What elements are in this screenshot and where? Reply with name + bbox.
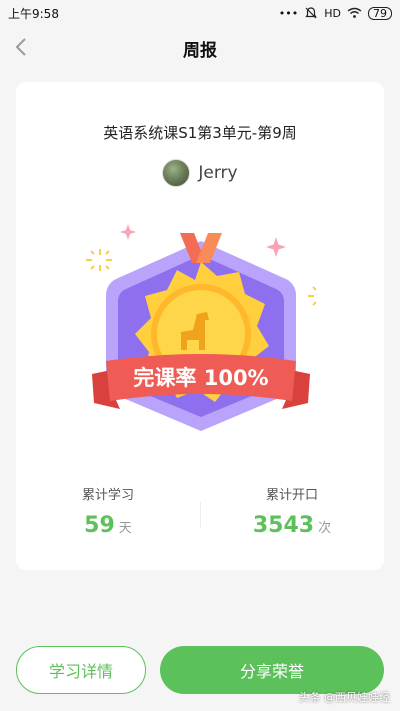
status-time: 上午9:58 [8, 6, 59, 21]
share-honor-button[interactable]: 分享荣誉 [160, 646, 384, 694]
back-button[interactable] [6, 32, 36, 62]
battery-icon: 79 [368, 6, 392, 20]
signal-dots-icon: ••• [278, 6, 299, 20]
course-title: 英语系统课S1第3单元-第9周 [103, 124, 297, 142]
nav-bar: 周报 [0, 26, 400, 70]
stat-value: 59 [84, 513, 115, 538]
learning-details-button[interactable]: 学习详情 [16, 646, 146, 694]
badge-text: 完课率 100% [133, 366, 268, 390]
network-type-icon: HD [324, 6, 341, 20]
weekly-report-card: 英语系统课S1第3单元-第9周 Jerry 完课率 100% 累计学习 59 天… [16, 82, 384, 570]
stat-label: 累计开口 [265, 488, 318, 503]
mute-icon [305, 7, 317, 19]
stat-divider [200, 502, 201, 528]
chevron-left-icon [15, 38, 26, 56]
stat-speaking-count: 累计开口 3543 次 [200, 484, 384, 544]
status-bar: 上午9:58 ••• HD 79 [0, 0, 400, 26]
user-row: Jerry [16, 159, 384, 187]
page-title: 周报 [183, 40, 217, 61]
watermark: 头条 @西贝娃娃经 [298, 691, 391, 704]
avatar [162, 159, 191, 187]
stat-study-days: 累计学习 59 天 [16, 484, 200, 544]
user-name: Jerry [198, 163, 238, 183]
completion-badge: 完课率 100% [86, 224, 316, 431]
wifi-icon [347, 7, 362, 18]
stat-value: 3543 [252, 513, 315, 538]
stat-unit: 天 [118, 521, 132, 536]
stats-row: 累计学习 59 天 累计开口 3543 次 [16, 484, 384, 544]
stat-label: 累计学习 [81, 488, 134, 503]
status-icons: ••• HD 79 [279, 6, 392, 20]
stat-unit: 次 [318, 521, 332, 536]
